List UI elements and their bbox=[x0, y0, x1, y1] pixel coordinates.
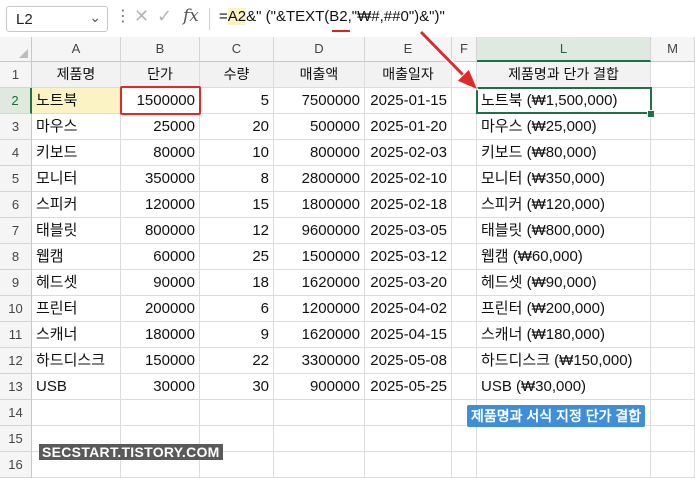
annotation-arrow bbox=[418, 29, 479, 91]
caption-label: 제품명과 서식 지정 단가 결합 bbox=[467, 405, 646, 427]
watermark: SECSTART.TISTORY.COM bbox=[39, 444, 223, 460]
